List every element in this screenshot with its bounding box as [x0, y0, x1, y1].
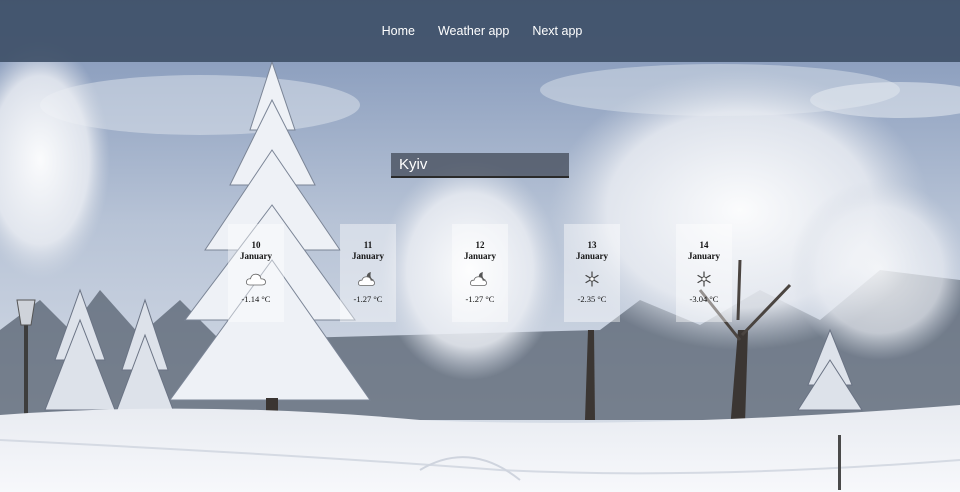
forecast-temperature: -2.35 °C [577, 294, 607, 304]
forecast-card: 13 January -2.35 °C [564, 224, 620, 322]
city-search-input[interactable] [391, 153, 569, 178]
forecast-day: 10 [251, 240, 261, 250]
forecast-card: 12 January -1.27 °C [452, 224, 508, 322]
forecast-cards: 10 January -1.14 °C 11 January -1.27 °C … [228, 224, 732, 322]
partly-cloudy-night-icon [358, 272, 375, 286]
forecast-month: January [463, 251, 496, 261]
forecast-month: January [351, 251, 384, 261]
snowflake-icon [585, 271, 599, 287]
forecast-day: 14 [699, 240, 709, 250]
forecast-month: January [239, 251, 272, 261]
nav-home-link[interactable]: Home [382, 24, 415, 38]
forecast-month: January [575, 251, 608, 261]
forecast-card: 14 January -3.04 °C [676, 224, 732, 322]
forecast-temperature: -1.27 °C [465, 294, 495, 304]
nav-next-app-link[interactable]: Next app [532, 24, 582, 38]
forecast-card: 11 January -1.27 °C [340, 224, 396, 322]
forecast-day: 11 [363, 240, 373, 250]
forecast-day: 13 [587, 240, 597, 250]
forecast-temperature: -1.27 °C [353, 294, 383, 304]
cloud-icon [246, 273, 266, 286]
snowflake-icon [697, 271, 711, 287]
forecast-month: January [687, 251, 720, 261]
top-navbar: Home Weather app Next app [0, 0, 960, 62]
forecast-day: 12 [475, 240, 485, 250]
forecast-card: 10 January -1.14 °C [228, 224, 284, 322]
forecast-temperature: -1.14 °C [241, 294, 271, 304]
nav-weather-app-link[interactable]: Weather app [438, 24, 509, 38]
forecast-temperature: -3.04 °C [689, 294, 719, 304]
partly-cloudy-night-icon [470, 272, 487, 286]
